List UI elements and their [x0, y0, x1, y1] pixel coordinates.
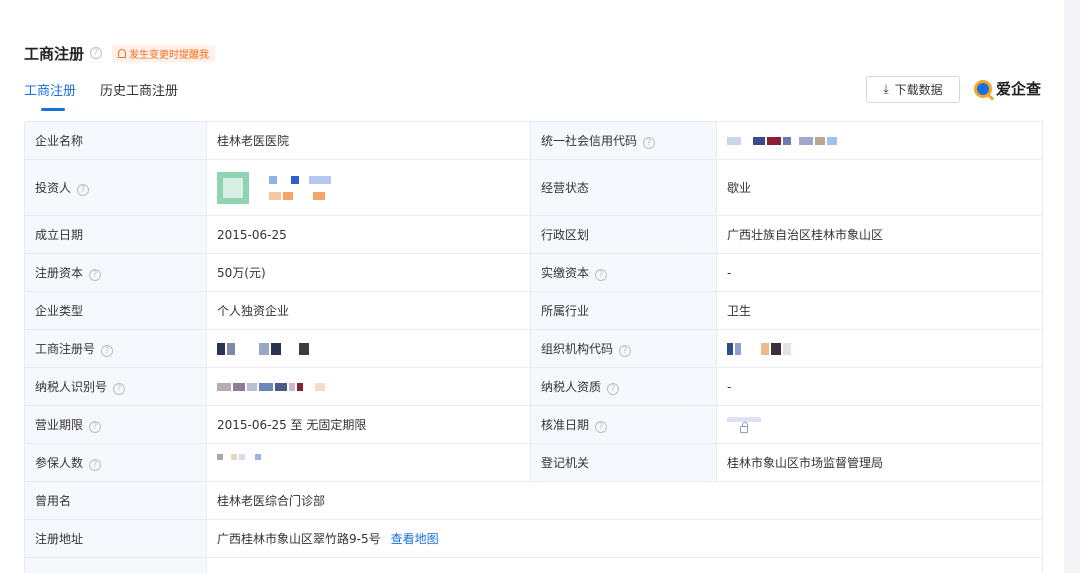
paid-capital-value: - — [716, 253, 1043, 292]
row-value — [206, 557, 1043, 573]
row-label: 企业名称 — [24, 121, 207, 160]
row-label-with-help: 纳税人资质? — [530, 367, 717, 406]
table-row: 注册地址 广西桂林市象山区翠竹路9-5号 查看地图 — [24, 519, 1043, 558]
table-row: 工商注册号? 组织机构代码? — [24, 329, 1043, 368]
brand-logo-icon — [974, 79, 992, 98]
tab-bar: 工商注册 历史工商注册 — [24, 80, 178, 111]
brand-name: 爱企查 — [996, 80, 1042, 98]
row-label: 成立日期 — [24, 215, 207, 254]
help-icon[interactable]: ? — [77, 184, 90, 197]
industry-value: 卫生 — [716, 291, 1043, 330]
scrollbar-track[interactable] — [1064, 0, 1080, 573]
section-header: 工商注册 ? 发生变更时提醒我 — [24, 42, 216, 64]
help-icon[interactable]: ? — [101, 345, 114, 358]
section-title: 工商注册 — [24, 44, 85, 63]
tab-registration[interactable]: 工商注册 — [24, 80, 76, 111]
row-label-with-help: 参保人数? — [24, 443, 207, 482]
bell-icon — [118, 48, 127, 58]
download-icon: ⤓ — [883, 82, 889, 96]
table-row: 纳税人识别号? 纳税人资质? - — [24, 367, 1043, 406]
table-row: 企业类型 个人独资企业 所属行业 卫生 — [24, 291, 1043, 330]
former-name-value: 桂林老医综合门诊部 — [206, 481, 1043, 520]
help-icon[interactable]: ? — [90, 47, 103, 59]
row-label: 曾用名 — [24, 481, 207, 520]
help-icon[interactable]: ? — [89, 269, 102, 282]
row-label-with-help: 实缴资本? — [530, 253, 717, 292]
registered-capital-value: 50万(元) — [206, 253, 531, 292]
operating-status-value: 歇业 — [716, 159, 1043, 216]
help-icon[interactable]: ? — [89, 421, 102, 434]
download-label: 下载数据 — [894, 83, 943, 97]
tab-history-registration[interactable]: 历史工商注册 — [100, 80, 178, 105]
change-alert-label: 发生变更时提醒我 — [129, 49, 210, 61]
help-icon[interactable]: ? — [607, 383, 620, 396]
row-label-with-help: 统一社会信用代码? — [530, 121, 717, 160]
row-label-with-help: 工商注册号? — [24, 329, 207, 368]
registered-address-value: 广西桂林市象山区翠竹路9-5号 — [217, 532, 381, 546]
lock-icon — [740, 421, 748, 433]
row-label-with-help: 核准日期? — [530, 405, 717, 444]
taxpayer-id-value-redacted — [206, 367, 531, 406]
credit-code-value-redacted — [716, 121, 1043, 160]
help-icon[interactable]: ? — [643, 137, 656, 150]
help-icon[interactable]: ? — [89, 459, 102, 472]
table-row: 企业名称 桂林老医医院 统一社会信用代码? — [24, 121, 1043, 160]
table-row — [24, 557, 1043, 573]
row-label-with-help: 投资人? — [24, 159, 207, 216]
business-term-value: 2015-06-25 至 无固定期限 — [206, 405, 531, 444]
row-label-with-help: 注册资本? — [24, 253, 207, 292]
approval-date-value-locked[interactable] — [716, 405, 1043, 444]
brand: 爱企查 — [974, 78, 1041, 99]
help-icon[interactable]: ? — [595, 269, 608, 282]
admin-region-value: 广西壮族自治区桂林市象山区 — [716, 215, 1043, 254]
row-label: 登记机关 — [530, 443, 717, 482]
row-label: 注册地址 — [24, 519, 207, 558]
table-row: 曾用名 桂林老医综合门诊部 — [24, 481, 1043, 520]
help-icon[interactable]: ? — [595, 421, 608, 434]
change-alert-button[interactable]: 发生变更时提醒我 — [112, 44, 216, 62]
row-label-with-help: 营业期限? — [24, 405, 207, 444]
registration-authority-value: 桂林市象山区市场监督管理局 — [716, 443, 1043, 482]
insured-count-value-redacted — [206, 443, 531, 482]
company-name-value: 桂林老医医院 — [206, 121, 531, 160]
help-icon[interactable]: ? — [619, 345, 632, 358]
org-code-value-redacted — [716, 329, 1043, 368]
row-label: 经营状态 — [530, 159, 717, 216]
investor-value-redacted — [206, 159, 531, 216]
registration-table: 企业名称 桂林老医医院 统一社会信用代码? 投资人? 经营状态 歇业 成立日期 … — [24, 121, 1043, 573]
table-row: 营业期限? 2015-06-25 至 无固定期限 核准日期? — [24, 405, 1043, 444]
help-icon[interactable]: ? — [113, 383, 126, 396]
table-row: 成立日期 2015-06-25 行政区划 广西壮族自治区桂林市象山区 — [24, 215, 1043, 254]
row-label-with-help: 纳税人识别号? — [24, 367, 207, 406]
company-type-value: 个人独资企业 — [206, 291, 531, 330]
registration-number-value-redacted — [206, 329, 531, 368]
registered-address-cell: 广西桂林市象山区翠竹路9-5号 查看地图 — [206, 519, 1043, 558]
row-label: 行政区划 — [530, 215, 717, 254]
table-row: 参保人数? 登记机关 桂林市象山区市场监督管理局 — [24, 443, 1043, 482]
founding-date-value: 2015-06-25 — [206, 215, 531, 254]
row-label: 所属行业 — [530, 291, 717, 330]
table-row: 注册资本? 50万(元) 实缴资本? - — [24, 253, 1043, 292]
taxpayer-qualification-value: - — [716, 367, 1043, 406]
row-label-with-help: 组织机构代码? — [530, 329, 717, 368]
row-label: 企业类型 — [24, 291, 207, 330]
row-label — [24, 557, 207, 573]
view-map-link[interactable]: 查看地图 — [391, 532, 439, 546]
table-row: 投资人? 经营状态 歇业 — [24, 159, 1043, 216]
download-data-button[interactable]: ⤓ 下载数据 — [866, 76, 960, 103]
avatar — [217, 171, 249, 204]
